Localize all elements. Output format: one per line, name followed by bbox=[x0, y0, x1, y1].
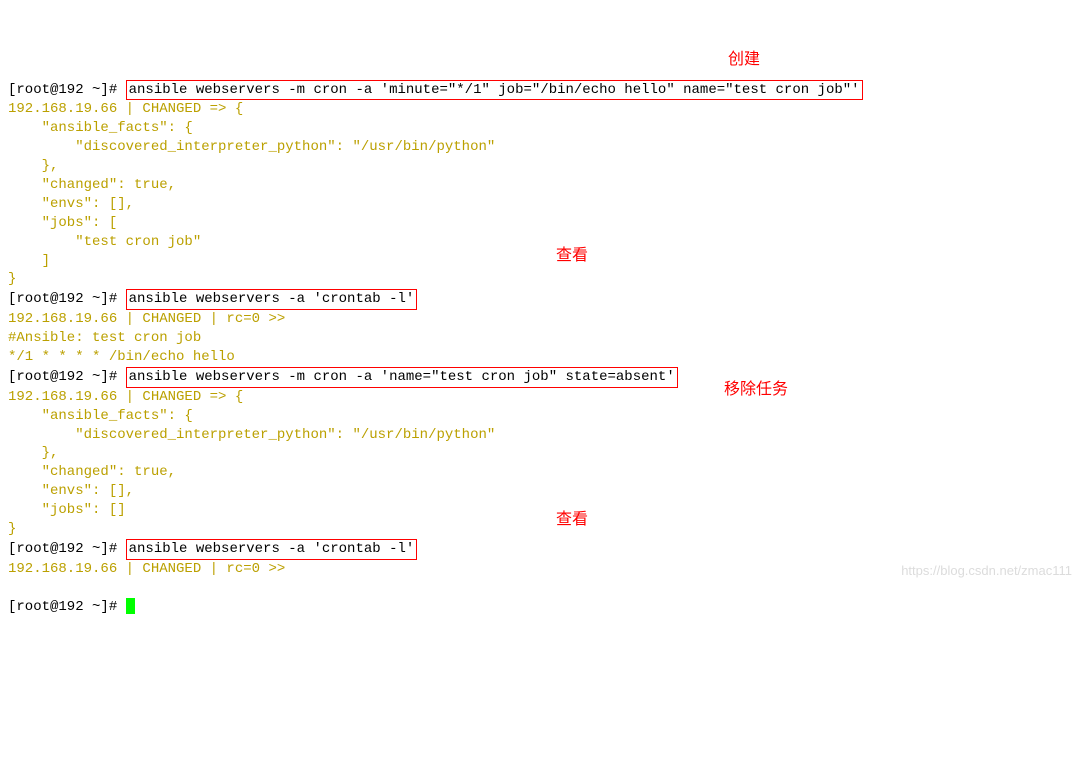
output-line: "discovered_interpreter_python": "/usr/b… bbox=[8, 427, 495, 443]
terminal-output: [root@192 ~]# ansible webservers -m cron… bbox=[8, 80, 1076, 617]
shell-prompt: [root@192 ~]# bbox=[8, 599, 126, 615]
output-line: }, bbox=[8, 158, 58, 174]
output-line: "jobs": [] bbox=[8, 502, 126, 518]
annotation-remove: 移除任务 bbox=[724, 379, 788, 401]
annotation-create: 创建 bbox=[728, 49, 760, 71]
output-line: "discovered_interpreter_python": "/usr/b… bbox=[8, 139, 495, 155]
command-remove-cron: ansible webservers -m cron -a 'name="tes… bbox=[126, 367, 678, 388]
terminal-screenshot: { "prompt": "[root@192 ~]# ", "cmd1": "a… bbox=[8, 23, 1076, 592]
watermark-text: https://blog.csdn.net/zmac111 bbox=[901, 562, 1072, 580]
output-line: "changed": true, bbox=[8, 177, 176, 193]
output-line: #Ansible: test cron job bbox=[8, 330, 201, 346]
output-line: }, bbox=[8, 445, 58, 461]
annotation-view: 查看 bbox=[556, 245, 588, 267]
output-line: "jobs": [ bbox=[8, 215, 117, 231]
output-line: } bbox=[8, 521, 16, 537]
shell-prompt: [root@192 ~]# bbox=[8, 541, 126, 557]
command-view-crontab: ansible webservers -a 'crontab -l' bbox=[126, 289, 418, 310]
output-line: "envs": [], bbox=[8, 196, 134, 212]
shell-prompt: [root@192 ~]# bbox=[8, 369, 126, 385]
output-line: "changed": true, bbox=[8, 464, 176, 480]
output-line: "ansible_facts": { bbox=[8, 408, 193, 424]
cursor-icon bbox=[126, 598, 135, 614]
output-line: "envs": [], bbox=[8, 483, 134, 499]
shell-prompt: [root@192 ~]# bbox=[8, 82, 126, 98]
output-line: 192.168.19.66 | CHANGED => { bbox=[8, 101, 243, 117]
command-create-cron: ansible webservers -m cron -a 'minute="*… bbox=[126, 80, 863, 101]
output-line: ] bbox=[8, 253, 50, 269]
command-view-crontab-2: ansible webservers -a 'crontab -l' bbox=[126, 539, 418, 560]
annotation-view-2: 查看 bbox=[556, 509, 588, 531]
output-line: } bbox=[8, 271, 16, 287]
output-line: 192.168.19.66 | CHANGED => { bbox=[8, 389, 243, 405]
output-line: "test cron job" bbox=[8, 234, 201, 250]
output-line: "ansible_facts": { bbox=[8, 120, 193, 136]
output-line: */1 * * * * /bin/echo hello bbox=[8, 349, 235, 365]
output-line: 192.168.19.66 | CHANGED | rc=0 >> bbox=[8, 311, 285, 327]
shell-prompt: [root@192 ~]# bbox=[8, 291, 126, 307]
